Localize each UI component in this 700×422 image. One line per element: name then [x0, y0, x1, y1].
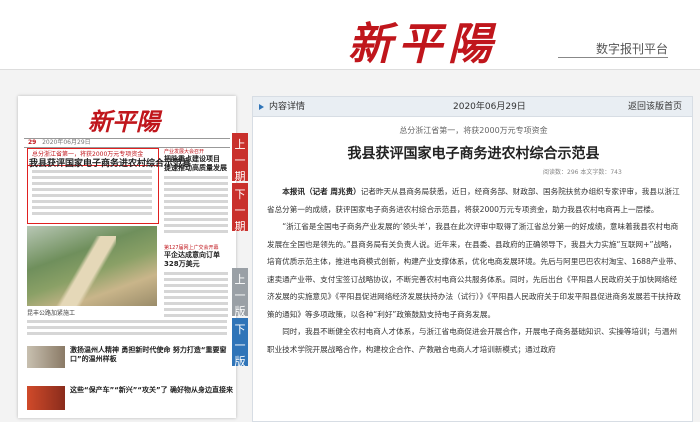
side-article[interactable]: 产业发展大会召开 把脉重点建设项目 提速推动高质量发展: [164, 148, 228, 233]
site-logo[interactable]: 新平陽: [348, 8, 498, 72]
panel-header: 内容详情 2020年06月29日 返回该版首页: [253, 97, 692, 117]
article-subtitle: 总分浙江省第一，将获2000万元专项资金: [399, 126, 548, 135]
photo-caption: 昆丰公路加紧施工: [27, 310, 76, 317]
panel-label: 内容详情: [269, 102, 306, 112]
side-article-title: 把脉重点建设项目 提速推动高质量发展: [164, 155, 227, 172]
news-photo-road: [56, 236, 116, 306]
platform-title: 数字报刊平台: [595, 42, 668, 56]
article-paragraph-3: 同时，我县不断健全农村电商人才体系，与浙江省电商促进会开展合作，开展电子商务基础…: [267, 327, 678, 354]
article-panel: 内容详情 2020年06月29日 返回该版首页 总分浙江省第一，将获2000万元…: [252, 96, 693, 422]
issue-number: 29: [28, 139, 37, 146]
lower-text-lines: [27, 320, 227, 338]
article-byline: 本报讯（记者 周兆贵）: [282, 187, 361, 196]
side-article-subtitle: 产业发展大会召开: [164, 149, 205, 155]
side-article-2-subtitle: 第127届网上广交会开幕: [164, 245, 219, 251]
article-stats: 阅读数：296 本文字数：743: [543, 169, 622, 176]
newspaper-page[interactable]: 新平陽 29 2020年06月29日 总分浙江省第一，将获2000万元专项资金 …: [18, 96, 236, 418]
story-3-title[interactable]: 这些“保产车”“新兴”“攻关”了 确好物从身边直接来: [70, 386, 233, 395]
platform-underline: [558, 57, 668, 58]
article-paragraph-1: 本报讯（记者 周兆贵）记者昨天从县商务局获悉，近日，经商务部、财政部、国务院扶贫…: [267, 187, 680, 214]
next-issue-button[interactable]: 下一期: [232, 183, 248, 233]
article-paragraph-2: “浙江省是全国电子商务产业发展的‘领头羊’，我县在此次评审中取得了浙江省总分第一…: [267, 222, 682, 319]
triangle-icon: [259, 104, 264, 110]
issue-date: 2020年06月29日: [42, 139, 91, 146]
story-3-photo: [27, 386, 65, 410]
site-header: 新平陽 数字报刊平台: [0, 0, 700, 70]
side-article-2-title: 平企达成意向订单328万美元: [164, 251, 220, 268]
headline-text-lines: [32, 170, 152, 218]
back-to-page-link[interactable]: 返回该版首页: [628, 97, 682, 117]
newspaper-masthead: 新平陽: [88, 107, 160, 136]
story-2-title[interactable]: 激扬温州人精神 勇担新时代使命 努力打造“重要窗口”的温州样板: [70, 346, 236, 364]
newspaper-meta: 29 2020年06月29日: [24, 138, 230, 148]
side-article-2[interactable]: 第127届网上广交会开幕 平企达成意向订单328万美元: [164, 244, 228, 317]
article-date: 2020年06月29日: [453, 102, 526, 112]
article-body: 本报讯（记者 周兆贵）记者昨天从县商务局获悉，近日，经商务部、财政部、国务院扶贫…: [267, 183, 683, 358]
prev-page-button[interactable]: 上一版: [232, 268, 248, 318]
article-title: 我县获评国家电子商务进农村综合示范县: [347, 146, 600, 162]
story-2-photo: [27, 346, 65, 368]
next-page-button[interactable]: 下一版: [232, 318, 248, 368]
prev-issue-button[interactable]: 上一期: [232, 133, 248, 183]
